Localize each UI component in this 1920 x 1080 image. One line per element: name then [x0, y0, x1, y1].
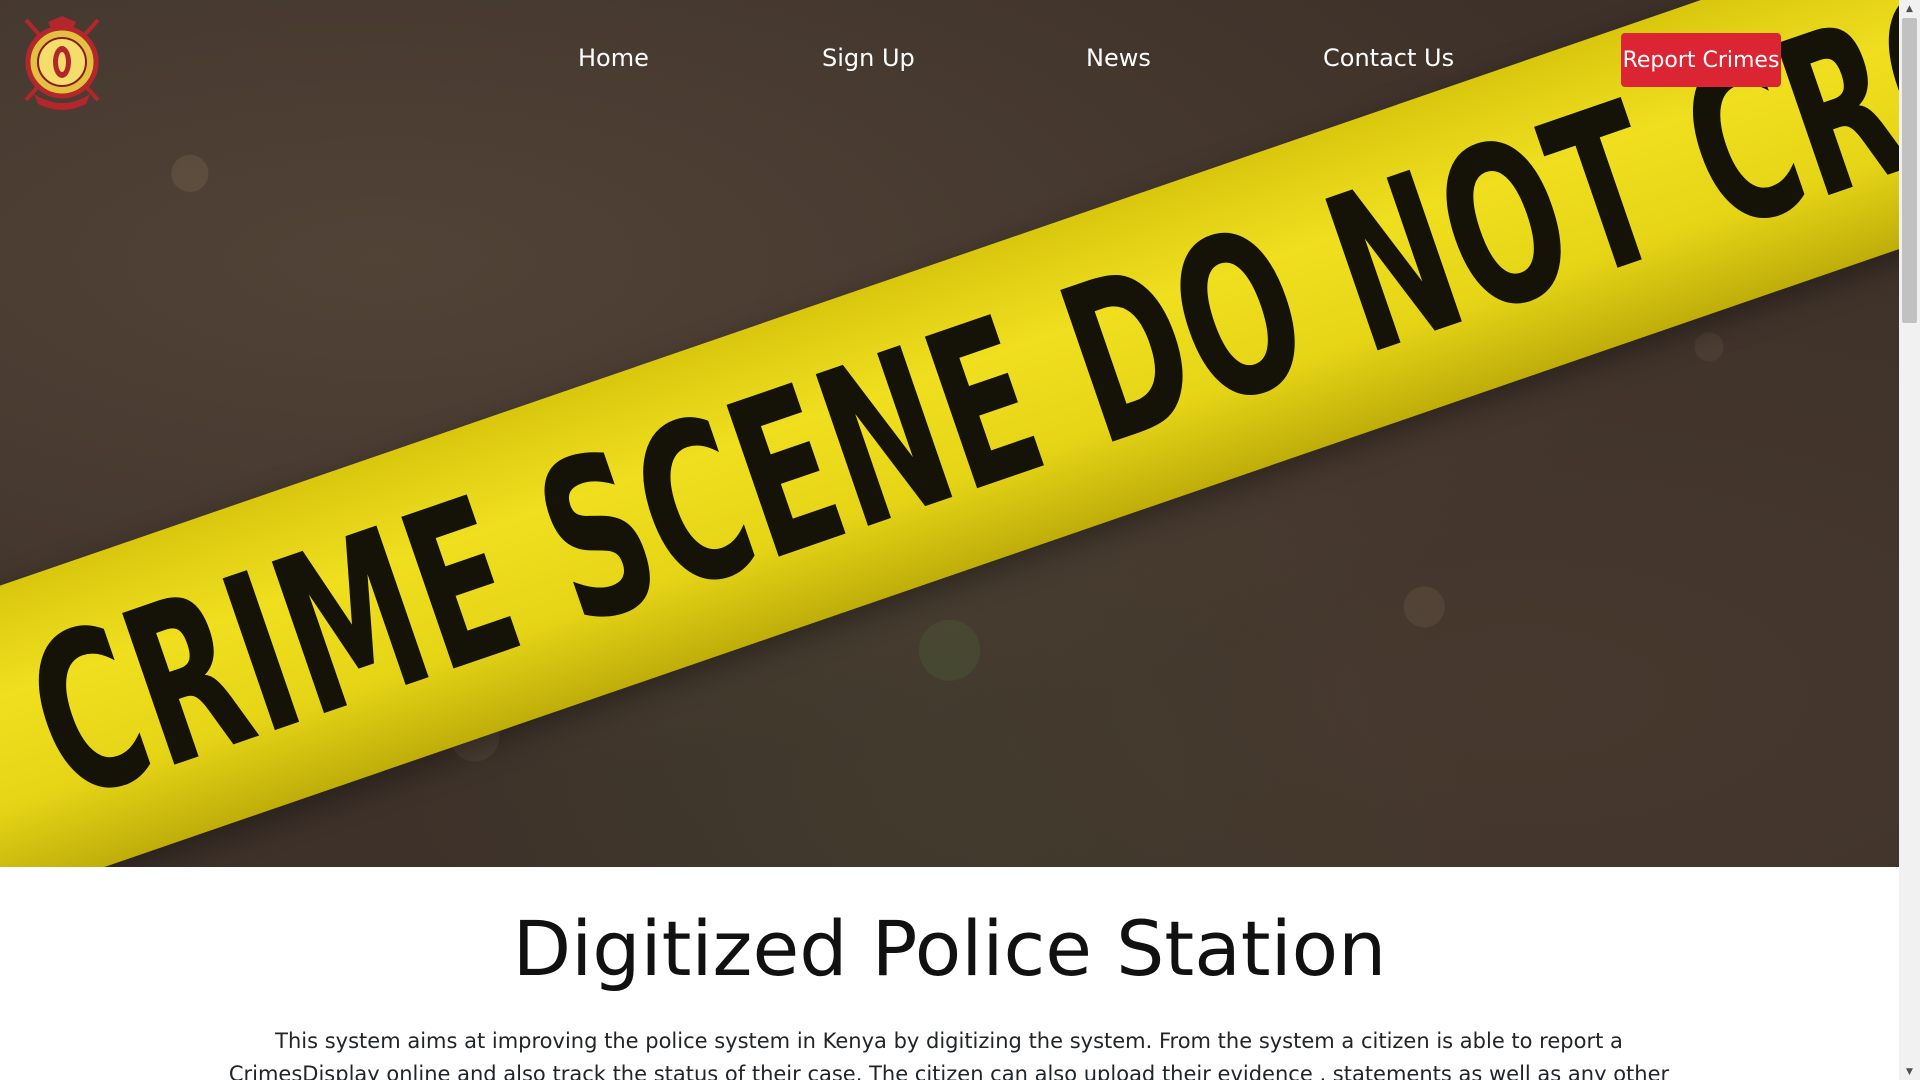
report-crimes-button[interactable]: Report Crimes — [1621, 33, 1781, 87]
hero-banner: CRIME SCENE DO NOT CROSS — [0, 0, 1899, 867]
nav-home-link[interactable]: Home — [578, 44, 649, 72]
nav-contact-us-link[interactable]: Contact Us — [1323, 44, 1454, 72]
intro-paragraph: This system aims at improving the police… — [228, 1029, 1670, 1080]
top-navbar: Home Sign Up News Contact Us Report Crim… — [0, 0, 1899, 125]
nav-sign-up-link[interactable]: Sign Up — [822, 44, 915, 72]
main-content: Digitized Police Station This system aim… — [0, 867, 1899, 1080]
scroll-up-arrow-icon[interactable]: ▲ — [1899, 0, 1920, 17]
scrollbar-thumb[interactable] — [1902, 18, 1917, 323]
nav-news-link[interactable]: News — [1086, 44, 1151, 72]
vertical-scrollbar[interactable]: ▲ ▼ — [1899, 0, 1920, 1080]
page-title: Digitized Police Station — [512, 904, 1387, 993]
police-logo-icon[interactable] — [20, 14, 104, 110]
scroll-down-arrow-icon[interactable]: ▼ — [1899, 1063, 1920, 1080]
page: CRIME SCENE DO NOT CROSS Home Sign Up Ne… — [0, 0, 1920, 1080]
